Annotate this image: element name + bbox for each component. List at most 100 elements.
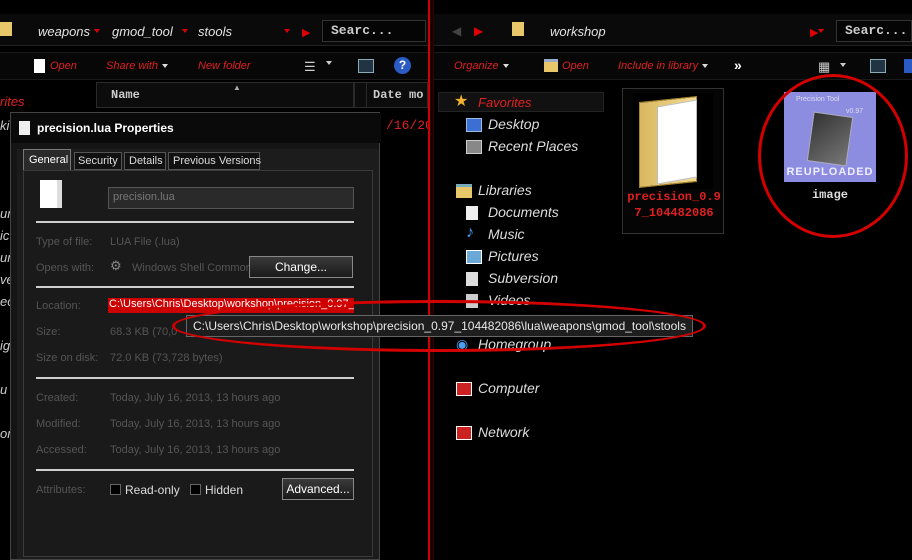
column-header-name[interactable]: Name ▲ <box>96 82 354 108</box>
libraries-icon <box>456 184 472 198</box>
breadcrumb-gmod-tool[interactable]: gmod_tool <box>112 24 173 39</box>
nav-pictures[interactable]: Pictures <box>488 248 539 264</box>
nav-documents[interactable]: Documents <box>488 204 559 220</box>
file-item-folder[interactable]: precision_0.97_104482086 <box>622 88 724 234</box>
back-arrow-icon[interactable]: ◀ <box>452 24 461 38</box>
annotation-circle <box>758 74 908 238</box>
chevron-down-icon[interactable] <box>182 29 188 33</box>
desktop-icon <box>466 118 482 132</box>
opens-with-value: Windows Shell Commor <box>132 262 250 274</box>
nav-music[interactable]: Music <box>488 226 525 242</box>
tab-security-label: Security <box>78 155 118 167</box>
chevron-down-icon[interactable] <box>840 63 846 67</box>
size-on-disk-label: Size on disk: <box>36 352 99 364</box>
type-label: Type of file: <box>36 236 93 248</box>
filename-value: precision.lua <box>113 191 175 203</box>
breadcrumb-weapons[interactable]: weapons <box>38 24 90 39</box>
change-button[interactable]: Change... <box>249 256 353 278</box>
organize-button[interactable]: Organize <box>454 60 509 72</box>
nav-recent-places[interactable]: Recent Places <box>488 138 578 154</box>
forward-arrow-icon[interactable]: ▶ <box>474 24 483 38</box>
recent-places-icon <box>466 140 482 154</box>
nav-favorites-fragment[interactable]: rites <box>0 94 25 109</box>
nav-fragment[interactable]: ig <box>0 338 10 353</box>
nav-favorites[interactable]: Favorites <box>478 95 531 110</box>
nav-network[interactable]: Network <box>478 424 529 440</box>
nav-fragment[interactable]: ic <box>0 228 9 243</box>
organize-label: Organize <box>454 60 499 72</box>
nav-fragment[interactable]: u <box>0 382 7 397</box>
dialog-title: precision.lua Properties <box>37 121 174 135</box>
new-folder-button[interactable]: New folder <box>198 60 251 72</box>
preview-pane-icon[interactable] <box>870 59 886 73</box>
right-explorer-window: ◀ ▶ workshop ▶ Searc... Organize Open In… <box>434 0 912 560</box>
open-button[interactable]: Open <box>562 60 589 72</box>
location-label: Location: <box>36 300 81 312</box>
breadcrumb-workshop[interactable]: workshop <box>550 24 606 39</box>
date-cell-fragment: /16/20 <box>386 118 428 133</box>
chevron-down-icon <box>502 64 509 69</box>
history-arrow-icon[interactable]: ▶ <box>810 26 818 39</box>
divider <box>36 469 354 471</box>
share-with-button[interactable]: Share with <box>106 60 168 72</box>
preview-pane-icon[interactable] <box>358 59 374 73</box>
folder-paper <box>657 99 697 185</box>
attributes-label: Attributes: <box>36 484 86 496</box>
column-header-date-label: Date mo <box>373 88 424 102</box>
size-on-disk-value: 72.0 KB (73,728 bytes) <box>110 352 223 364</box>
include-in-library-button[interactable]: Include in library <box>618 60 709 72</box>
open-button[interactable]: Open <box>50 60 77 72</box>
chevron-down-icon[interactable] <box>818 29 824 33</box>
column-header-date[interactable]: Date mo <box>366 82 428 108</box>
file-label: precision_0.97_104482086 <box>627 190 721 220</box>
nav-subversion[interactable]: Subversion <box>488 270 558 286</box>
divider <box>36 286 354 288</box>
left-search-box[interactable]: Searc... <box>322 20 426 42</box>
tab-previous-versions[interactable]: Previous Versions <box>168 152 262 170</box>
documents-icon <box>466 206 478 220</box>
nav-computer[interactable]: Computer <box>478 380 539 396</box>
tab-previous-versions-label: Previous Versions <box>173 155 262 167</box>
help-icon[interactable]: ? <box>394 57 411 74</box>
help-icon[interactable] <box>904 59 912 73</box>
subversion-icon <box>466 272 478 286</box>
star-icon: ★ <box>454 93 469 110</box>
read-only-checkbox[interactable] <box>110 484 121 495</box>
nav-libraries[interactable]: Libraries <box>478 182 532 198</box>
chevron-down-icon[interactable] <box>326 61 332 65</box>
hidden-checkbox[interactable] <box>190 484 201 495</box>
read-only-label: Read-only <box>125 483 180 497</box>
modified-value: Today, July 16, 2013, 13 hours ago <box>110 418 281 430</box>
view-options-icon[interactable]: ▦ <box>818 59 830 75</box>
chevron-down-icon[interactable] <box>284 29 290 33</box>
file-icon <box>19 121 30 135</box>
right-search-box[interactable]: Searc... <box>836 20 912 42</box>
modified-label: Modified: <box>36 418 81 430</box>
shell-app-icon: ⚙ <box>110 258 122 273</box>
history-arrow-icon[interactable]: ▶ <box>302 26 310 39</box>
advanced-button[interactable]: Advanced... <box>282 478 354 500</box>
tab-general[interactable]: General <box>23 149 71 171</box>
dialog-titlebar[interactable]: precision.lua Properties <box>11 113 381 143</box>
type-value: LUA File (.lua) <box>110 236 180 248</box>
size-label: Size: <box>36 326 61 338</box>
tab-details[interactable]: Details <box>124 152 166 170</box>
nav-fragment[interactable]: ki <box>0 118 9 133</box>
view-options-icon[interactable]: ☰ <box>304 59 316 75</box>
filename-field[interactable]: precision.lua <box>108 187 354 209</box>
include-in-library-label: Include in library <box>618 60 699 72</box>
tab-security[interactable]: Security <box>74 152 122 170</box>
breadcrumb-stools[interactable]: stools <box>198 24 232 39</box>
folder-thumbnail <box>633 93 713 189</box>
music-icon: ♪ <box>466 224 474 241</box>
more-commands-button[interactable]: » <box>734 57 742 73</box>
sort-up-icon: ▲ <box>233 83 241 92</box>
chevron-down-icon <box>702 64 709 69</box>
tab-general-label: General <box>29 154 69 166</box>
accessed-label: Accessed: <box>36 444 87 456</box>
tab-details-label: Details <box>129 155 163 167</box>
chevron-down-icon[interactable] <box>94 29 100 33</box>
open-file-icon <box>34 59 45 73</box>
nav-desktop[interactable]: Desktop <box>488 116 539 132</box>
accessed-value: Today, July 16, 2013, 13 hours ago <box>110 444 281 456</box>
